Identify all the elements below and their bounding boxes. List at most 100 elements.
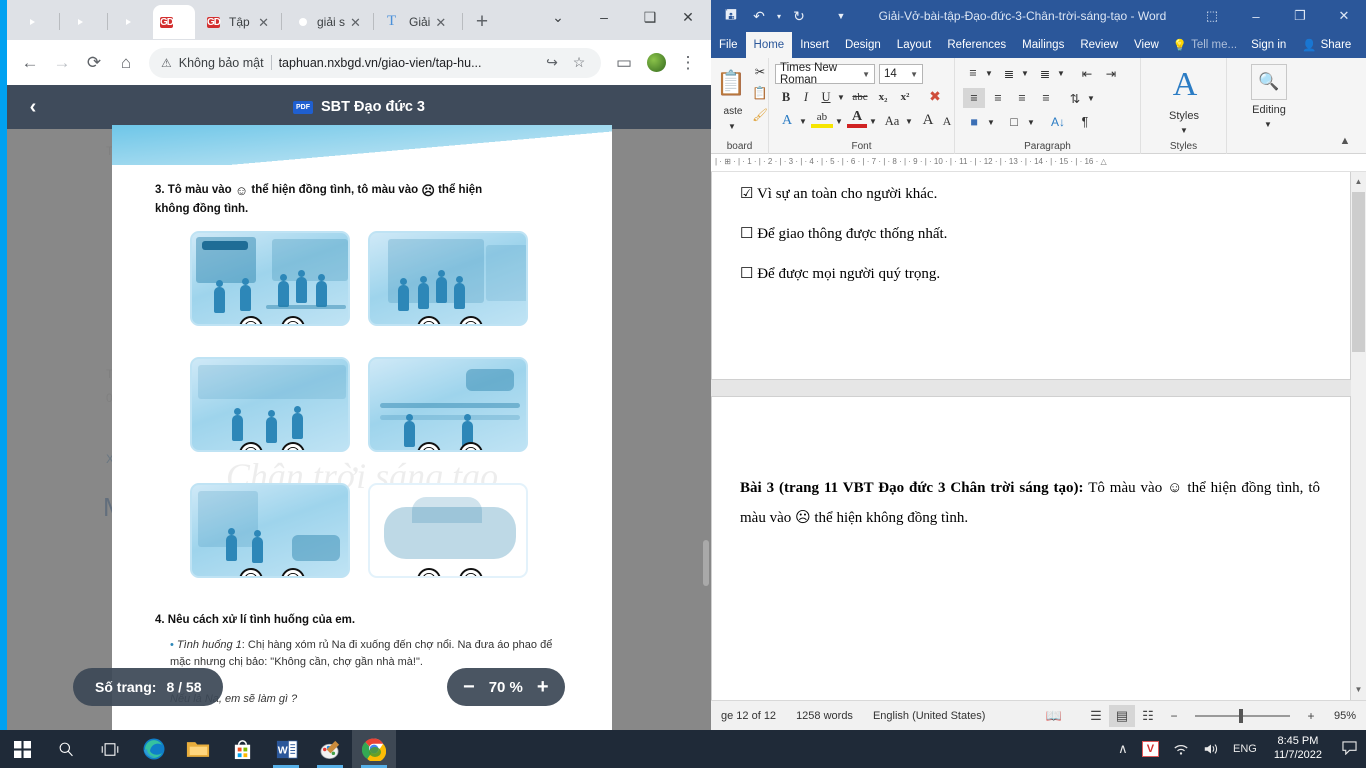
borders-icon[interactable]: □ bbox=[1003, 112, 1025, 132]
paste-label[interactable]: aste bbox=[713, 104, 753, 118]
tab-close-icon[interactable]: ✕ bbox=[435, 16, 446, 29]
decrease-indent-icon[interactable]: ⇤ bbox=[1077, 64, 1097, 82]
tab-insert[interactable]: Insert bbox=[792, 32, 837, 58]
bullets-dropdown-icon[interactable]: ▼ bbox=[983, 64, 995, 82]
editing-dropdown-icon[interactable]: ▼ bbox=[1255, 118, 1281, 130]
close-button[interactable]: ✕ bbox=[665, 0, 711, 34]
tab-mailings[interactable]: Mailings bbox=[1014, 32, 1072, 58]
search-button[interactable] bbox=[44, 730, 88, 768]
notifications-icon[interactable] bbox=[1332, 740, 1366, 758]
subscript-button[interactable]: x₂ bbox=[873, 88, 893, 106]
scroll-down-icon[interactable]: ▼ bbox=[1352, 682, 1365, 697]
print-layout-button[interactable]: ▤ bbox=[1108, 704, 1135, 727]
highlight-button[interactable]: ab bbox=[811, 110, 833, 128]
change-case-dropdown-icon[interactable]: ▼ bbox=[903, 112, 915, 130]
browser-tab-google-search[interactable]: giải s ✕ bbox=[288, 5, 368, 39]
browser-tab-youtube-3[interactable] bbox=[113, 5, 151, 39]
multilevel-dropdown-icon[interactable]: ▼ bbox=[1055, 64, 1067, 82]
read-mode-button[interactable]: ☰ bbox=[1083, 705, 1109, 727]
status-page-number[interactable]: ge 12 of 12 bbox=[711, 710, 786, 722]
bold-button[interactable]: B bbox=[777, 88, 795, 106]
word-close-button[interactable]: ✕ bbox=[1322, 0, 1366, 32]
smile-face-option[interactable]: ☺ bbox=[417, 316, 441, 324]
borders-dropdown-icon[interactable]: ▼ bbox=[1025, 112, 1037, 132]
microsoft-store-button[interactable] bbox=[220, 730, 264, 768]
align-left-icon[interactable]: ≡ bbox=[963, 88, 985, 108]
browser-tab-active-giao-duc[interactable]: GD bbox=[153, 5, 195, 39]
ribbon-display-options-icon[interactable]: ⬚ bbox=[1190, 0, 1234, 32]
checkbox-list-item[interactable]: ☑ Vì sự an toàn cho người khác. bbox=[740, 179, 1320, 209]
status-language[interactable]: English (United States) bbox=[863, 710, 996, 722]
show-formatting-marks-icon[interactable]: ¶ bbox=[1075, 112, 1095, 132]
word-button[interactable]: W bbox=[264, 730, 308, 768]
file-explorer-button[interactable] bbox=[176, 730, 220, 768]
unikey-icon[interactable]: V bbox=[1135, 741, 1166, 757]
undo-dropdown-icon[interactable]: ▾ bbox=[773, 2, 785, 30]
chrome-button[interactable] bbox=[352, 730, 396, 768]
customize-qat-icon[interactable]: ▼ bbox=[827, 2, 855, 30]
bookmark-star-icon[interactable]: ☆ bbox=[569, 48, 589, 78]
zoom-out-button[interactable]: − bbox=[463, 677, 475, 697]
word-scrollbar-thumb[interactable] bbox=[1352, 192, 1365, 352]
reload-icon[interactable]: ⟳ bbox=[79, 48, 109, 78]
font-name-combobox[interactable]: Times New Roman ▼ bbox=[775, 62, 875, 86]
shrink-font-button[interactable]: A bbox=[939, 112, 955, 130]
copy-icon[interactable]: 📋 bbox=[751, 84, 769, 102]
word-minimize-button[interactable]: – bbox=[1234, 0, 1278, 32]
checkbox-checked-icon[interactable]: ☑ bbox=[740, 186, 753, 202]
word-restore-button[interactable]: ❐ bbox=[1278, 0, 1322, 32]
status-word-count[interactable]: 1258 words bbox=[786, 710, 863, 722]
text-effects-button[interactable]: A bbox=[777, 112, 797, 130]
underline-dropdown-icon[interactable]: ▼ bbox=[835, 88, 847, 106]
align-right-icon[interactable]: ≡ bbox=[1011, 88, 1033, 108]
tab-close-icon[interactable]: ✕ bbox=[258, 16, 269, 29]
show-hidden-icons-button[interactable]: ∧ bbox=[1111, 741, 1135, 757]
checkbox-list-item[interactable]: ☐ Để giao thông được thống nhất. bbox=[740, 219, 1320, 249]
word-document-area[interactable]: ☑ Vì sự an toàn cho người khác. ☐ Để gia… bbox=[711, 172, 1366, 700]
collapse-ribbon-icon[interactable]: ▲ bbox=[1335, 132, 1355, 150]
clock[interactable]: 8:45 PM 11/7/2022 bbox=[1264, 735, 1332, 763]
edge-button[interactable] bbox=[132, 730, 176, 768]
numbering-icon[interactable]: ≣ bbox=[999, 64, 1019, 82]
tab-references[interactable]: References bbox=[939, 32, 1014, 58]
tell-me-search[interactable]: 💡 Tell me... bbox=[1167, 32, 1243, 58]
frown-face-option[interactable]: ☹ bbox=[281, 442, 305, 450]
tab-layout[interactable]: Layout bbox=[889, 32, 940, 58]
volume-icon[interactable] bbox=[1196, 742, 1226, 756]
undo-icon[interactable]: ↶ bbox=[745, 2, 773, 30]
clear-formatting-icon[interactable]: ✖ bbox=[925, 86, 945, 106]
browser-tab-youtube-2[interactable] bbox=[65, 5, 103, 39]
shading-dropdown-icon[interactable]: ▼ bbox=[985, 112, 997, 132]
forward-icon[interactable]: → bbox=[47, 48, 77, 78]
browser-tab-giai[interactable]: T Giải ✕ bbox=[380, 5, 458, 39]
chrome-menu-icon[interactable]: ⋮ bbox=[673, 48, 703, 78]
horizontal-ruler[interactable]: | · ⊞ · | · 1 · | · 2 · | · 3 · | · 4 · … bbox=[711, 154, 1366, 172]
paste-icon[interactable]: 📋 bbox=[715, 64, 747, 102]
share-button[interactable]: 👤 Share bbox=[1294, 32, 1359, 58]
format-painter-icon[interactable]: 🖌 bbox=[751, 106, 769, 124]
increase-indent-icon[interactable]: ⇥ bbox=[1101, 64, 1121, 82]
minimize-button[interactable]: – bbox=[581, 0, 627, 34]
styles-icon[interactable]: A bbox=[1163, 64, 1207, 106]
smile-face-option[interactable]: ☺ bbox=[239, 316, 263, 324]
pdf-scrollbar-thumb[interactable] bbox=[703, 540, 709, 586]
tab-view[interactable]: View bbox=[1126, 32, 1167, 58]
proofing-status-icon[interactable]: 📖 bbox=[1041, 705, 1067, 727]
tab-file[interactable]: File bbox=[711, 32, 746, 58]
styles-dropdown-icon[interactable]: ▼ bbox=[1171, 124, 1197, 136]
styles-label[interactable]: Styles bbox=[1151, 108, 1217, 124]
smile-face-option[interactable]: ☺ bbox=[417, 568, 441, 576]
checkbox-unchecked-icon[interactable]: ☐ bbox=[740, 266, 753, 282]
zoom-in-button[interactable]: + bbox=[1298, 705, 1324, 727]
font-color-button[interactable]: A bbox=[847, 109, 867, 128]
browser-tab-youtube-1[interactable] bbox=[17, 5, 55, 39]
superscript-button[interactable]: x² bbox=[895, 88, 915, 106]
tab-design[interactable]: Design bbox=[837, 32, 889, 58]
task-view-button[interactable] bbox=[88, 730, 132, 768]
zoom-out-button[interactable]: − bbox=[1161, 705, 1187, 727]
grow-font-button[interactable]: A bbox=[919, 110, 937, 130]
font-color-dropdown-icon[interactable]: ▼ bbox=[867, 112, 879, 130]
smile-face-option[interactable]: ☺ bbox=[417, 442, 441, 450]
frown-face-option[interactable]: ☹ bbox=[459, 442, 483, 450]
language-indicator[interactable]: ENG bbox=[1226, 743, 1264, 755]
